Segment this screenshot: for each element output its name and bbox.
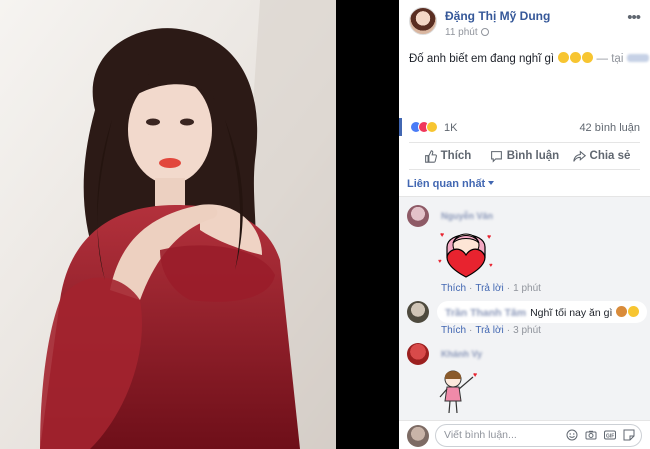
comment-field[interactable]: GIF: [435, 424, 642, 447]
composer-icons: GIF: [566, 429, 635, 441]
post-text: Đố anh biết em đang nghĩ gì — tại: [409, 52, 649, 65]
comment-item: Trần Thanh Tâm Nghĩ tối nay ăn gì Thích · T…: [407, 301, 648, 341]
comment-icon: [490, 150, 502, 163]
comment-count[interactable]: 42 bình luận: [579, 122, 640, 134]
photo-illustration: [0, 0, 336, 449]
thumbs-up-icon: [424, 149, 437, 163]
camera-icon[interactable]: [585, 429, 597, 441]
wave-sticker: ♥: [437, 369, 483, 415]
share-button[interactable]: Chia sẻ: [563, 143, 640, 169]
commenter-avatar[interactable]: [407, 301, 429, 323]
smile-emoji-icon: [628, 306, 640, 317]
like-label: Thích: [440, 150, 472, 162]
commenter-name[interactable]: Trần Thanh Tâm: [445, 307, 526, 319]
reaction-count[interactable]: 1K: [444, 122, 457, 134]
post-header: Đặng Thị Mỹ Dung 11 phút •••: [409, 7, 650, 41]
globe-icon: [480, 28, 489, 36]
girl-holding-heart-sticker-icon: ♥ ♥ ♥ ♥: [438, 232, 493, 278]
comment-input[interactable]: [444, 429, 554, 441]
sticker-icon[interactable]: [623, 429, 635, 441]
post-time[interactable]: 11 phút: [445, 27, 478, 38]
comment-like-link[interactable]: Thích: [441, 283, 466, 294]
burger-emoji-icon: [616, 306, 628, 317]
comment-text: Nghĩ tối nay ăn gì: [530, 307, 613, 319]
commenter-name[interactable]: Nguyễn Vân: [441, 211, 493, 221]
comment-composer: GIF: [399, 420, 650, 449]
post-actions: Thích Bình luận Chia sẻ: [409, 142, 640, 170]
location-prefix: — tại: [596, 53, 624, 65]
thinking-emoji-icon: [570, 52, 582, 63]
comment-bubble: Trần Thanh Tâm Nghĩ tối nay ăn gì: [437, 301, 648, 323]
share-label: Chia sẻ: [589, 150, 631, 162]
comment-label: Bình luận: [506, 150, 560, 162]
haha-reaction-icon: [426, 121, 438, 133]
svg-text:GIF: GIF: [606, 433, 614, 439]
comment-button[interactable]: Bình luận: [486, 143, 563, 169]
focus-indicator: [399, 118, 402, 136]
svg-text:♥: ♥: [487, 234, 491, 241]
post-side-panel: Đặng Thị Mỹ Dung 11 phút ••• Đố anh biết…: [399, 0, 650, 449]
svg-text:♥: ♥: [440, 232, 444, 239]
post-message: Đố anh biết em đang nghĩ gì: [409, 53, 555, 65]
more-options-icon[interactable]: •••: [627, 9, 641, 26]
comment-like-link[interactable]: Thích: [441, 325, 466, 336]
comment-reply-link[interactable]: Trả lời: [475, 283, 503, 294]
comment-item: Nguyễn Vân ♥ ♥ ♥ ♥ Thích · Trả lời · 1 phút: [407, 205, 642, 295]
like-button[interactable]: Thích: [409, 143, 486, 169]
svg-text:♥: ♥: [438, 259, 442, 265]
post-stats: 1K 42 bình luận: [399, 118, 650, 136]
girl-waving-sticker-icon: ♥: [439, 370, 477, 414]
commenter-avatar[interactable]: [407, 343, 429, 365]
current-user-avatar[interactable]: [407, 425, 429, 447]
comment-reply-link[interactable]: Trả lời: [475, 325, 503, 336]
emoji-picker-icon[interactable]: [566, 429, 578, 441]
svg-text:♥: ♥: [473, 372, 477, 379]
svg-text:♥: ♥: [489, 263, 493, 269]
comment-time[interactable]: 3 phút: [513, 325, 541, 336]
comment-time[interactable]: 1 phút: [513, 283, 541, 294]
comment-sort-dropdown[interactable]: Liên quan nhất: [407, 178, 495, 190]
thinking-emoji-icon: [558, 52, 570, 63]
commenter-avatar[interactable]: [407, 205, 429, 227]
thinking-emoji-icon: [582, 52, 594, 63]
location-link[interactable]: [626, 54, 649, 62]
caret-down-icon: [488, 181, 495, 185]
comments-list: Nguyễn Vân ♥ ♥ ♥ ♥ Thích · Trả lời · 1 phút: [399, 196, 650, 420]
comment-item: Khánh Vy ♥: [407, 343, 642, 419]
commenter-name[interactable]: Khánh Vy: [441, 349, 482, 359]
post-photo[interactable]: [0, 0, 336, 449]
reaction-icons[interactable]: [410, 121, 438, 136]
sort-label: Liên quan nhất: [407, 178, 486, 190]
heart-sticker: ♥ ♥ ♥ ♥: [437, 223, 495, 279]
comment-links: Thích · Trả lời · 1 phút: [441, 283, 541, 294]
author-name[interactable]: Đặng Thị Mỹ Dung: [445, 9, 550, 23]
author-avatar[interactable]: [409, 7, 437, 35]
gif-icon[interactable]: GIF: [604, 429, 616, 441]
post-meta: 11 phút: [445, 27, 489, 38]
comment-links: Thích · Trả lời · 3 phút: [441, 325, 541, 336]
photo-viewer-gap: [336, 0, 399, 449]
share-icon: [572, 149, 586, 162]
